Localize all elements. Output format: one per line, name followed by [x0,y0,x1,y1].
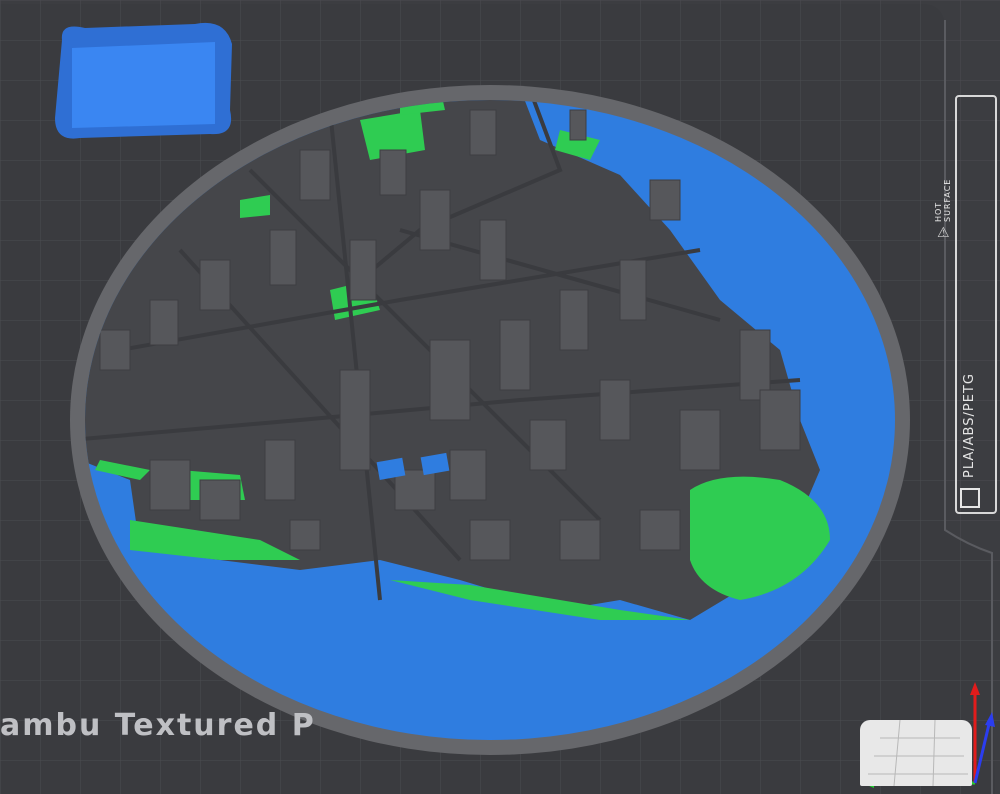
small-blue-part[interactable] [55,22,232,139]
plate-type-icon [960,488,980,508]
warning-icon: ⚠ [937,225,950,241]
hot-surface-label: HOT SURFACE [934,178,952,222]
view-cube-face[interactable] [860,720,972,786]
material-label: PLA/ABS/PETG [962,373,977,478]
build-plate-canvas[interactable] [0,0,1000,794]
view-cube[interactable] [860,720,978,786]
plate-brand-text: ambu Textured P [0,708,316,743]
3d-viewport[interactable]: ambu Textured P PLA/ABS/PETG HOT SURFACE… [0,0,1000,794]
